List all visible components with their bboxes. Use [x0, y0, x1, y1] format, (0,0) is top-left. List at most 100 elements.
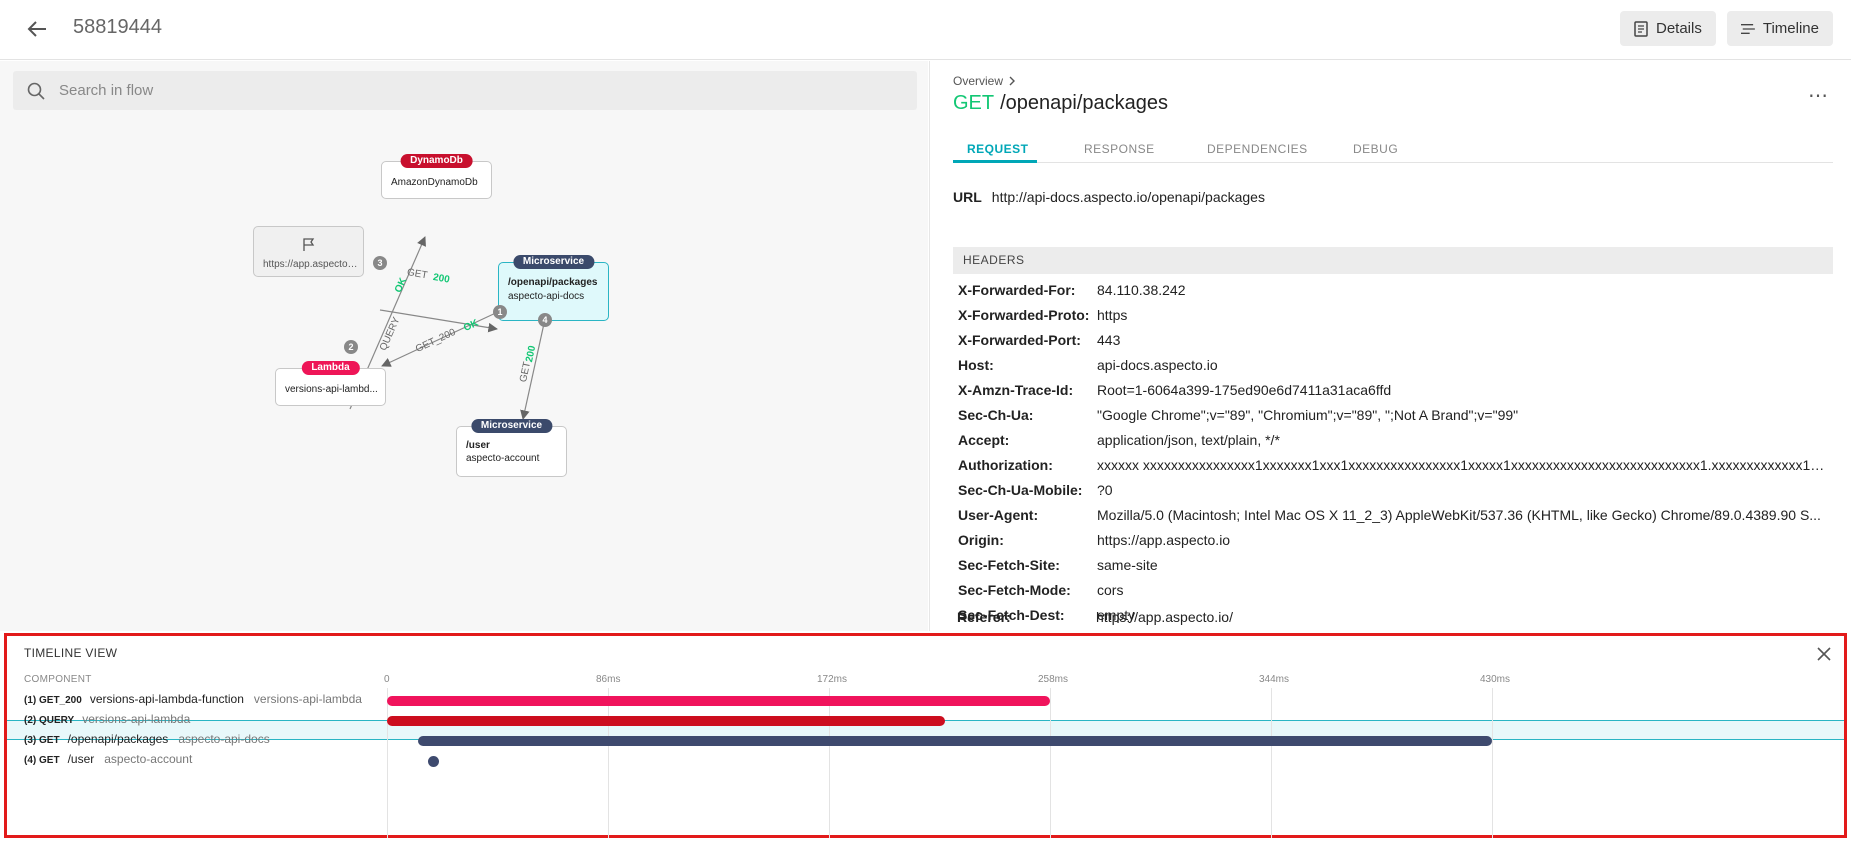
back-button[interactable] — [20, 14, 54, 44]
component-column-header: COMPONENT — [24, 674, 92, 685]
header-key: User-Agent: — [958, 507, 1039, 523]
node-service: aspecto-account — [466, 453, 540, 464]
edge-number-1: 1 — [493, 305, 507, 319]
node-lambda[interactable]: Lambda versions-api-lambd... — [275, 361, 386, 406]
row-operation: (4) GET — [24, 755, 60, 766]
details-button-label: Details — [1656, 20, 1702, 37]
node-name: versions-api-lambd... — [285, 384, 378, 395]
tick-label: 430ms — [1480, 674, 1511, 685]
node-dynamodb[interactable]: DynamoDb AmazonDynamoDb — [381, 154, 492, 199]
header-value: cors — [1097, 582, 1124, 598]
row-service: aspecto-api-docs — [178, 732, 270, 746]
timeline-icon — [1741, 23, 1755, 34]
header-row: Sec-Fetch-Site: same-site — [958, 557, 1828, 575]
timeline-button-label: Timeline — [1762, 20, 1819, 37]
header-value: Mozilla/5.0 (Macintosh; Intel Mac OS X 1… — [1097, 507, 1821, 523]
chevron-right-icon — [1009, 76, 1016, 86]
node-microservice-user[interactable]: Microservice /user aspecto-account — [456, 419, 567, 477]
tab-dependencies[interactable]: DEPENDENCIES — [1207, 142, 1308, 156]
node-route: /openapi/packages — [508, 277, 598, 288]
request-method: GET — [953, 92, 995, 114]
edge-number-2: 2 — [344, 340, 358, 354]
node-badge-microservice: Microservice — [512, 255, 595, 269]
more-options-icon[interactable]: ⋯ — [1808, 83, 1829, 108]
node-name: https://app.aspecto.i... — [263, 259, 359, 270]
row-endpoint: /user — [67, 752, 95, 766]
row-operation: (3) GET — [24, 735, 60, 746]
details-button[interactable]: Details — [1620, 11, 1716, 46]
header-value: https — [1097, 307, 1128, 323]
headers-section-title: HEADERS — [953, 247, 1833, 274]
close-icon[interactable] — [1814, 644, 1834, 664]
edge-number-3: 3 — [373, 256, 387, 270]
timeline-bar-3[interactable] — [417, 736, 1492, 746]
header-key: Authorization: — [958, 457, 1053, 473]
node-name: AmazonDynamoDb — [391, 177, 478, 188]
timeline-bar-4[interactable] — [428, 756, 440, 767]
row-endpoint: versions-api-lambda — [82, 712, 191, 726]
url-label: URL — [953, 189, 982, 205]
header-row: Accept: application/json, text/plain, */* — [958, 432, 1828, 450]
timeline-bar-2[interactable] — [387, 716, 945, 726]
details-pane: Overview GET/openapi/packages ⋯ REQUEST … — [929, 61, 1851, 631]
header-row: Host: api-docs.aspecto.io — [958, 357, 1828, 375]
header-key: Accept: — [958, 432, 1010, 448]
search-input[interactable] — [57, 81, 877, 100]
timeline-bar-1[interactable] — [387, 696, 1050, 706]
header-key: X-Forwarded-For: — [958, 282, 1076, 298]
header-key: Sec-Ch-Ua: — [958, 407, 1034, 423]
flow-pane: DynamoDb AmazonDynamoDb https://app.aspe… — [0, 61, 928, 631]
top-bar: 58819444 Details Timeline — [0, 0, 1851, 60]
header-value: https://app.aspecto.io/ — [1096, 609, 1233, 625]
header-key: X-Forwarded-Port: — [958, 332, 1081, 348]
header-key: Sec-Fetch-Site: — [958, 557, 1060, 573]
row-service: versions-api-lambda — [253, 692, 362, 706]
breadcrumb-overview[interactable]: Overview — [953, 74, 1003, 88]
tick-label: 0 — [384, 674, 390, 685]
node-badge-lambda: Lambda — [301, 361, 360, 375]
row-operation: (1) GET_200 — [24, 695, 82, 706]
timeline-title: TIMELINE VIEW — [24, 646, 118, 660]
header-row: Referer: https://app.aspecto.io/ — [957, 609, 1827, 627]
header-value: Root=1-6064a399-175ed90e6d7411a31aca6ffd — [1097, 382, 1392, 398]
timeline-row-2[interactable]: (2) QUERY versions-api-lambda — [24, 712, 200, 730]
node-microservice-openapi[interactable]: Microservice /openapi/packages aspecto-a… — [498, 255, 609, 321]
header-key: Sec-Ch-Ua-Mobile: — [958, 482, 1083, 498]
header-key: Sec-Fetch-Mode: — [958, 582, 1071, 598]
header-row: User-Agent: Mozilla/5.0 (Macintosh; Intel… — [958, 507, 1828, 525]
arrow-left-icon — [27, 21, 46, 37]
url-row: URL http://api-docs.aspecto.io/openapi/pa… — [953, 189, 1265, 205]
timeline-row-4[interactable]: (4) GET/user aspecto-account — [24, 752, 192, 770]
node-origin[interactable]: https://app.aspecto.i... — [253, 226, 364, 277]
header-value: ?0 — [1097, 482, 1113, 498]
trace-id-title: 58819444 — [73, 16, 162, 38]
header-row: X-Forwarded-Port: 443 — [958, 332, 1828, 350]
header-row: Authorization: xxxxxx xxxxxxxxxxxxxxxx1xx… — [958, 457, 1830, 475]
header-row: X-Amzn-Trace-Id: Root=1-6064a399-175ed90e… — [958, 382, 1828, 400]
grid-line — [829, 688, 830, 838]
header-value: 84.110.38.242 — [1097, 282, 1186, 298]
active-tab-indicator — [953, 160, 1037, 163]
header-key: X-Forwarded-Proto: — [958, 307, 1090, 323]
timeline-row-1[interactable]: (1) GET_200 versions-api-lambda-function v… — [24, 692, 362, 710]
tab-debug[interactable]: DEBUG — [1353, 142, 1398, 156]
header-row: Origin: https://app.aspecto.io — [958, 532, 1828, 550]
flag-icon — [303, 238, 315, 251]
tab-request[interactable]: REQUEST — [967, 142, 1029, 156]
header-row: Sec-Ch-Ua: "Google Chrome";v="89", "Chrom… — [958, 407, 1828, 425]
tick-label: 258ms — [1038, 674, 1069, 685]
timeline-button[interactable]: Timeline — [1727, 11, 1833, 46]
node-route: /user — [466, 440, 490, 451]
header-row: X-Forwarded-Proto: https — [958, 307, 1828, 325]
timeline-panel: TIMELINE VIEW COMPONENT 0 86ms 172ms 258… — [4, 633, 1847, 838]
flow-search[interactable] — [13, 71, 917, 110]
header-value: 443 — [1097, 332, 1121, 348]
grid-line — [1050, 688, 1051, 838]
header-key: Origin: — [958, 532, 1004, 548]
breadcrumb[interactable]: Overview — [953, 74, 1016, 88]
tab-response[interactable]: RESPONSE — [1084, 142, 1155, 156]
details-tabs: REQUEST RESPONSE DEPENDENCIES DEBUG — [953, 137, 1833, 163]
row-service: aspecto-account — [104, 752, 193, 766]
timeline-row-3[interactable]: (3) GET/openapi/packages aspecto-api-docs — [24, 732, 270, 750]
header-row: X-Forwarded-For: 84.110.38.242 — [958, 282, 1828, 300]
